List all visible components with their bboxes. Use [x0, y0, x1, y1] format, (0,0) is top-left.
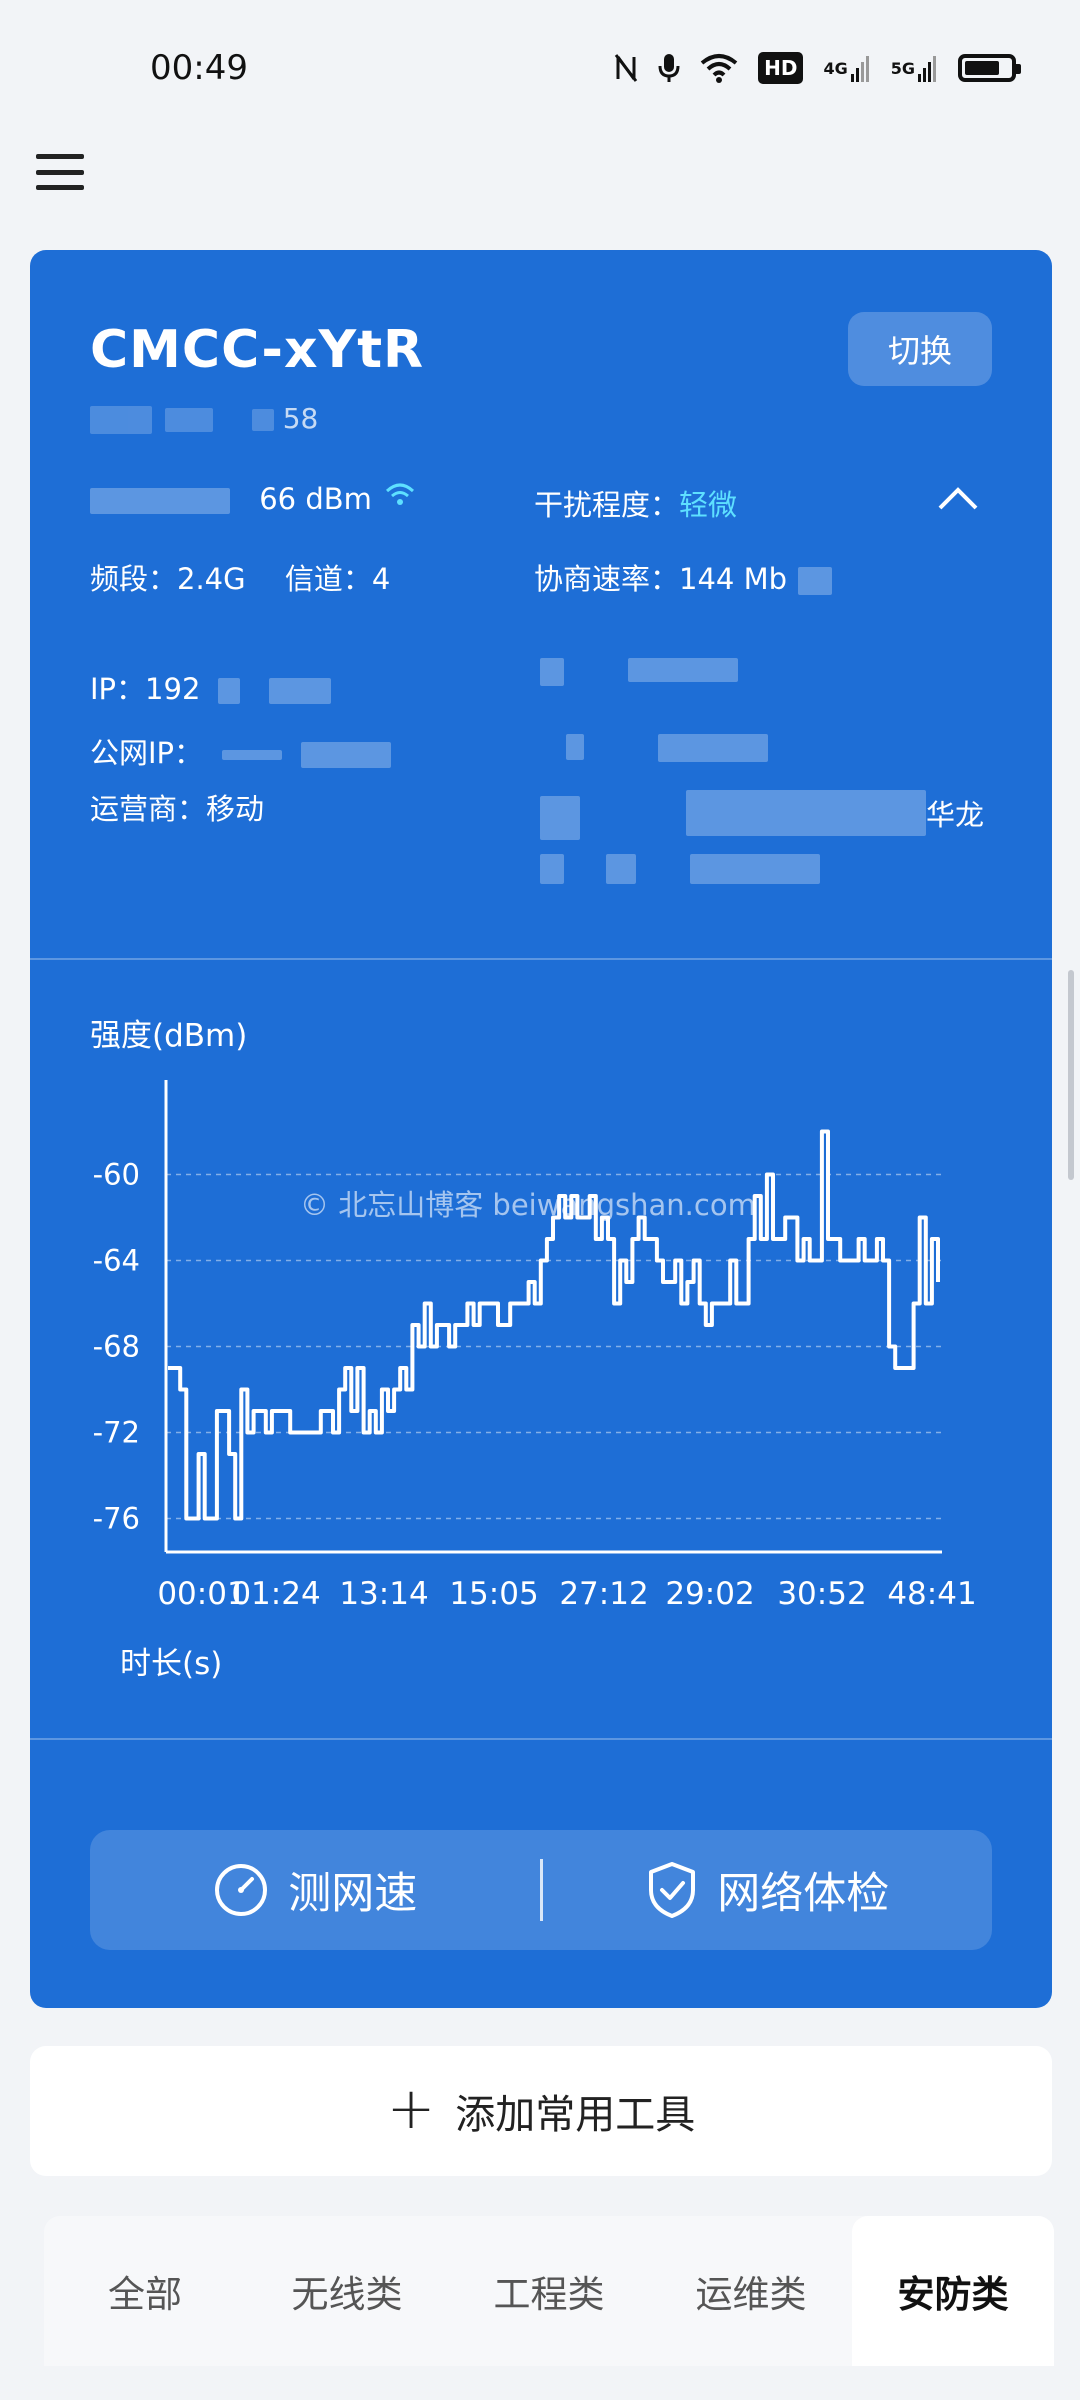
- chart-title: 强度(dBm): [90, 1018, 248, 1054]
- location-fragment: 华龙: [926, 798, 985, 832]
- speed-test-button[interactable]: 测网速: [90, 1830, 540, 1950]
- public-ip: 公网IP：: [90, 730, 392, 772]
- x-tick-label: 48:41: [887, 1576, 976, 1612]
- card-divider-bottom: [30, 1738, 1052, 1740]
- x-tick-label: 01:24: [231, 1576, 320, 1612]
- tab-3[interactable]: 运维类: [650, 2216, 852, 2366]
- card-divider-top: [30, 958, 1052, 960]
- wifi-mac: 58: [90, 402, 318, 435]
- wifi-ssid: CMCC-xYtR: [90, 320, 425, 380]
- wifi-mac-suffix: 58: [282, 402, 319, 435]
- signal-strength: 66 dBm: [90, 482, 415, 516]
- add-common-tool-button[interactable]: + 添加常用工具: [30, 2046, 1052, 2176]
- wifi-icon: [700, 52, 738, 84]
- collapse-icon[interactable]: [936, 482, 980, 512]
- rate-label: 协商速率：144 Mb: [534, 562, 787, 596]
- category-tabs: 全部 无线类 工程类 运维类 安防类: [44, 2216, 1054, 2366]
- tab-2[interactable]: 工程类: [448, 2216, 650, 2366]
- speedometer-icon: [215, 1864, 268, 1916]
- mic-icon: [658, 52, 680, 84]
- plus-icon: +: [386, 2074, 436, 2142]
- public-ip-label: 公网IP：: [90, 736, 204, 770]
- x-tick-label: 13:14: [339, 1576, 428, 1612]
- series-line: [168, 1129, 940, 1521]
- y-tick-label: -76: [93, 1502, 140, 1536]
- y-tick-label: -68: [93, 1330, 140, 1364]
- switch-network-button[interactable]: 切换: [848, 312, 992, 386]
- carrier: 运营商：移动: [90, 792, 265, 826]
- speed-test-label: 测网速: [288, 1869, 418, 1919]
- channel-label: 信道：4: [284, 562, 391, 596]
- wifi-signal-icon: [386, 483, 415, 505]
- tab-4[interactable]: 安防类: [852, 2216, 1054, 2366]
- ip-label: IP：192: [90, 672, 201, 706]
- add-tool-label: 添加常用工具: [455, 2092, 696, 2138]
- signal-strength-chart: -60-64-68-72-7600:0101:24 13:14 15:05 27:12…: [93, 1080, 977, 1612]
- 4g-signal-icon: 4G: [823, 52, 870, 84]
- clock: 00:49: [150, 48, 248, 88]
- 5g-label: 5G: [890, 58, 915, 78]
- hd-label: HD: [764, 56, 798, 80]
- x-tick-label: 27:12: [559, 1576, 648, 1612]
- network-check-label: 网络体检: [717, 1869, 890, 1919]
- nfc-icon: [614, 52, 638, 84]
- menu-icon[interactable]: [36, 150, 84, 194]
- interference: 干扰程度：轻微: [534, 482, 737, 524]
- band-label: 频段：2.4G: [90, 562, 246, 596]
- battery-icon: [958, 54, 1021, 82]
- network-check-button[interactable]: 网络体检: [543, 1830, 993, 1950]
- x-tick-label: 15:05: [449, 1576, 538, 1612]
- wifi-info-card: CMCC-xYtR 58 切换 66 dBm 干扰程度：轻微 频段：2.4G 信…: [30, 250, 1052, 2008]
- y-tick-label: -60: [93, 1158, 140, 1192]
- y-tick-label: -64: [93, 1244, 140, 1278]
- x-tick-label: 29:02: [665, 1576, 754, 1612]
- interference-value: 轻微: [679, 488, 738, 522]
- status-bar: 00:49 HD 4G 5G: [0, 0, 1080, 140]
- 4g-label: 4G: [823, 58, 848, 78]
- negotiated-rate: 协商速率：144 Mb: [534, 556, 833, 598]
- tab-1[interactable]: 无线类: [246, 2216, 448, 2366]
- scrollbar[interactable]: [1068, 970, 1074, 1180]
- action-bar: 测网速 网络体检: [90, 1830, 992, 1950]
- tab-0[interactable]: 全部: [44, 2216, 246, 2366]
- y-tick-label: -72: [93, 1416, 140, 1450]
- hd-icon: HD: [758, 52, 804, 84]
- band-channel: 频段：2.4G 信道：4: [90, 556, 390, 598]
- 5g-signal-icon: 5G: [891, 52, 938, 84]
- chart-x-axis-title: 时长(s): [120, 1646, 223, 1682]
- status-icons: HD 4G 5G: [614, 52, 1021, 84]
- signal-strength-value: 66 dBm: [259, 482, 372, 516]
- ip-address: IP：192: [90, 666, 331, 708]
- shield-check-icon: [649, 1862, 696, 1918]
- redacted-info-block: 华龙: [540, 658, 1010, 884]
- x-tick-label: 30:52: [777, 1576, 866, 1612]
- interference-label: 干扰程度：: [534, 488, 680, 522]
